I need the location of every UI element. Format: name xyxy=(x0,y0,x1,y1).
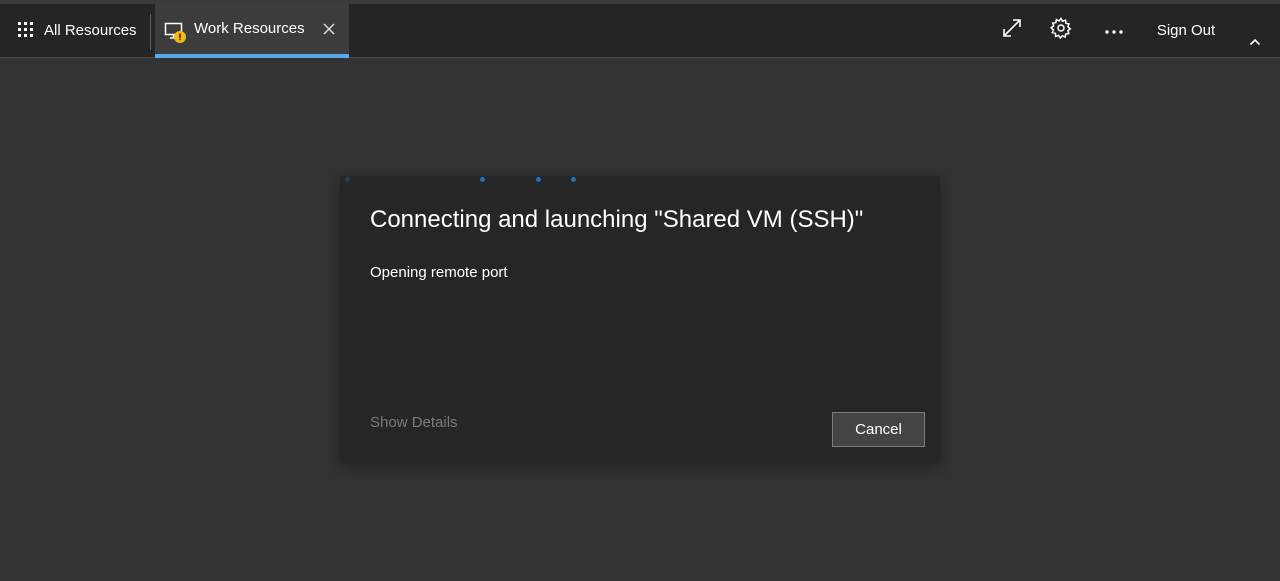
fullscreen-button[interactable] xyxy=(996,14,1028,46)
cancel-button[interactable]: Cancel xyxy=(832,412,925,447)
loading-dot xyxy=(345,177,350,182)
connection-status: Opening remote port xyxy=(370,264,508,281)
loading-dot xyxy=(480,177,485,182)
chevron-up-icon xyxy=(1249,33,1261,51)
connecting-dialog: Connecting and launching "Shared VM (SSH… xyxy=(340,176,940,463)
dialog-title: Connecting and launching "Shared VM (SSH… xyxy=(370,206,864,233)
all-resources-label: All Resources xyxy=(44,21,137,39)
more-dots-icon xyxy=(1105,21,1123,39)
loading-dot xyxy=(536,177,541,182)
tab-divider xyxy=(150,14,151,50)
show-details-link[interactable]: Show Details xyxy=(370,414,458,431)
close-icon[interactable] xyxy=(319,19,339,39)
apps-grid-icon xyxy=(18,22,34,38)
all-resources-button[interactable]: All Resources xyxy=(8,10,147,50)
expand-icon xyxy=(1002,18,1022,43)
loading-dot xyxy=(571,177,576,182)
collapse-bar-button[interactable] xyxy=(1244,32,1266,52)
tab-active-indicator xyxy=(155,54,349,58)
tab-label: Work Resources xyxy=(194,20,305,37)
top-bar: All Resources Work Resources Sign Out xyxy=(0,4,1280,58)
gear-icon xyxy=(1049,16,1072,44)
sign-out-label: Sign Out xyxy=(1156,21,1216,39)
sign-out-button[interactable]: Sign Out xyxy=(1152,14,1220,46)
settings-button[interactable] xyxy=(1045,14,1077,46)
remote-desktop-warning-icon xyxy=(164,21,186,45)
more-options-button[interactable] xyxy=(1098,14,1130,46)
tab-work-resources[interactable]: Work Resources xyxy=(155,4,349,58)
